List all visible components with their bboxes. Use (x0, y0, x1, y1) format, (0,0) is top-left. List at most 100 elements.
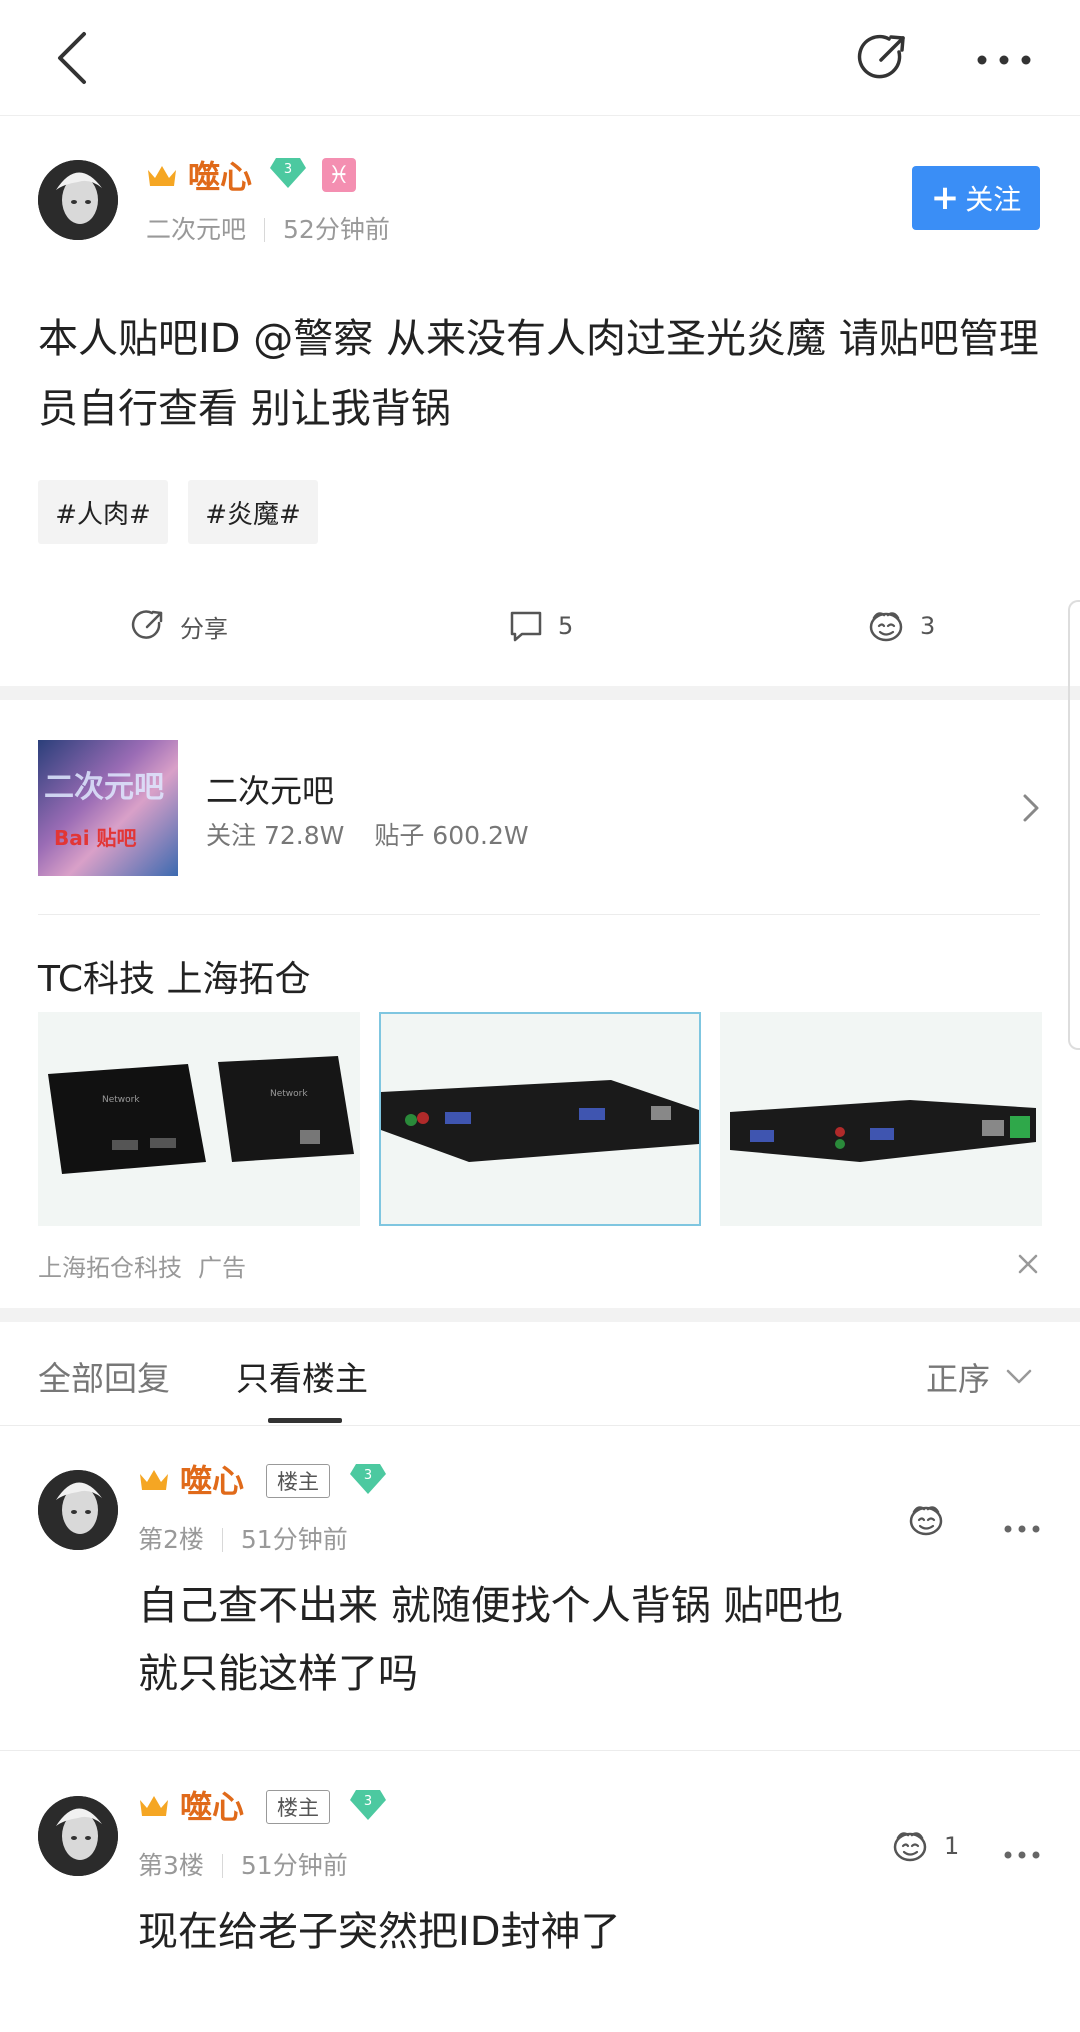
share-icon (131, 610, 163, 639)
reply-author[interactable]: 噬心 (180, 1456, 244, 1502)
chevron-right-icon (1020, 790, 1042, 826)
sort-label: 正序 (926, 1360, 991, 1398)
level-number: 3 (364, 1794, 372, 1809)
active-tab-indicator (268, 1418, 342, 1423)
zodiac-icon: ♓ (328, 161, 350, 189)
comment-icon (510, 611, 542, 642)
reply-more-button[interactable] (1002, 1520, 1042, 1533)
tag-chip[interactable]: #人肉# (38, 480, 168, 544)
tab-all-replies[interactable]: 全部回复 (38, 1352, 170, 1400)
level-badge-icon: 3 (268, 156, 308, 190)
ad-footer: 上海拓仓科技 广告 (38, 1248, 246, 1283)
tab-op-only[interactable]: 只看楼主 (236, 1352, 368, 1400)
forum-avatar-text: 二次元吧 (44, 770, 164, 805)
forum-posts: 贴子 600.2W (374, 821, 529, 850)
op-badge: 楼主 (266, 1464, 330, 1498)
forum-stats: 关注 72.8W 贴子 600.2W (206, 816, 529, 852)
section-divider (0, 1308, 1080, 1322)
author-name[interactable]: 噬心 (188, 152, 252, 198)
forum-card[interactable]: 二次元吧 Bai 贴吧 二次元吧 关注 72.8W 贴子 600.2W (0, 700, 1080, 914)
back-button[interactable] (48, 28, 98, 88)
like-face-icon (909, 1506, 943, 1536)
sort-dropdown[interactable]: 正序 (926, 1354, 1034, 1400)
like-face-icon (893, 1832, 927, 1862)
post-meta: 二次元吧 52分钟前 (146, 210, 390, 246)
more-dots-icon (1004, 1851, 1040, 1859)
meta-divider (264, 218, 266, 242)
meta-divider (221, 1854, 223, 1878)
author-avatar[interactable] (38, 160, 118, 240)
reply-content: 自己查不出来 就随便找个人背锅 贴吧也 就只能这样了吗 (138, 1572, 1038, 1708)
more-dots-icon (977, 55, 1031, 65)
comment-count: 5 (558, 612, 574, 640)
plus-icon: + (930, 178, 960, 218)
reply-tabs: 全部回复 只看楼主 正序 (0, 1322, 1080, 1426)
like-face-icon (869, 612, 903, 642)
reply-avatar[interactable] (38, 1470, 118, 1550)
follow-button[interactable]: + 关注 (912, 166, 1040, 230)
follow-label: 关注 (965, 183, 1022, 216)
op-badge-label: 楼主 (277, 1470, 319, 1494)
svg-text:Network: Network (270, 1089, 308, 1099)
ad-image[interactable] (720, 1012, 1042, 1226)
comment-action[interactable]: 5 (508, 608, 573, 644)
chevron-left-icon (58, 32, 86, 84)
crown-icon (146, 162, 178, 188)
reply-like-button[interactable] (906, 1502, 946, 1538)
reply-meta: 第3楼 51分钟前 (138, 1846, 348, 1882)
reply-item: 噬心 楼主 3 第2楼 51分钟前 自己查不出来 就随便找个人背锅 贴吧也 就只能… (0, 1426, 1080, 1748)
reply-time: 51分钟前 (240, 1525, 348, 1554)
post-action-bar: 分享 5 3 (0, 590, 1080, 670)
section-divider (0, 686, 1080, 700)
more-options-button[interactable] (972, 40, 1036, 80)
post-time: 52分钟前 (283, 215, 390, 244)
share-arrow-icon (857, 34, 905, 79)
reply-avatar[interactable] (38, 1796, 118, 1876)
share-button[interactable] (855, 30, 911, 86)
ad-image[interactable] (379, 1012, 701, 1226)
tag-chip[interactable]: #炎魔# (188, 480, 318, 544)
reply-floor: 第3楼 (138, 1851, 204, 1880)
ad-image[interactable]: Network Network (38, 1012, 360, 1226)
forum-followers: 关注 72.8W (206, 821, 345, 850)
reply-time: 51分钟前 (240, 1851, 348, 1880)
reply-like-button[interactable]: 1 (890, 1828, 959, 1864)
share-label: 分享 (180, 614, 228, 643)
post-content: 本人贴吧ID @警察 从来没有人肉过圣光炎魔 请贴吧管理员自行查看 别让我背锅 (38, 316, 1039, 432)
level-number: 3 (364, 1468, 372, 1483)
reply-more-button[interactable] (1002, 1846, 1042, 1859)
svg-text:Network: Network (102, 1095, 140, 1105)
like-count: 3 (920, 612, 936, 640)
level-badge-icon: 3 (348, 1462, 388, 1496)
op-badge-label: 楼主 (277, 1796, 319, 1820)
forum-avatar-brand: Bai 贴吧 (54, 826, 137, 850)
reply-author[interactable]: 噬心 (180, 1782, 244, 1828)
ad-label: 广告 (198, 1254, 246, 1282)
op-badge: 楼主 (266, 1790, 330, 1824)
like-action[interactable]: 3 (866, 608, 935, 644)
close-icon (1018, 1254, 1038, 1274)
reply-floor: 第2楼 (138, 1525, 204, 1554)
reply-content: 现在给老子突然把ID封神了 (138, 1898, 1038, 1966)
level-number: 3 (284, 162, 292, 177)
chevron-down-icon (1006, 1369, 1032, 1384)
forum-name: 二次元吧 (206, 772, 335, 810)
zodiac-badge: ♓ (322, 158, 356, 192)
ad-title[interactable]: TC科技 上海拓仓 (38, 950, 310, 1002)
post-forum[interactable]: 二次元吧 (146, 215, 246, 244)
reply-item: 噬心 楼主 3 第3楼 51分钟前 1 现在给老子突然把ID封神了 (0, 1752, 1080, 2032)
ad-advertiser: 上海拓仓科技 (38, 1254, 182, 1282)
crown-icon (138, 1466, 170, 1492)
reply-line: 就只能这样了吗 (138, 1651, 418, 1697)
reply-meta: 第2楼 51分钟前 (138, 1520, 348, 1556)
reply-line: 自己查不出来 就随便找个人背锅 贴吧也 (138, 1583, 844, 1629)
crown-icon (138, 1792, 170, 1818)
close-ad-button[interactable] (1016, 1252, 1040, 1276)
level-badge-icon: 3 (348, 1788, 388, 1822)
forum-avatar: 二次元吧 Bai 贴吧 (38, 740, 178, 876)
meta-divider (221, 1528, 223, 1552)
top-nav-bar (0, 0, 1080, 116)
reply-line: 现在给老子突然把ID封神了 (138, 1909, 621, 1955)
share-action[interactable]: 分享 (130, 608, 228, 644)
reply-like-count: 1 (944, 1832, 960, 1860)
